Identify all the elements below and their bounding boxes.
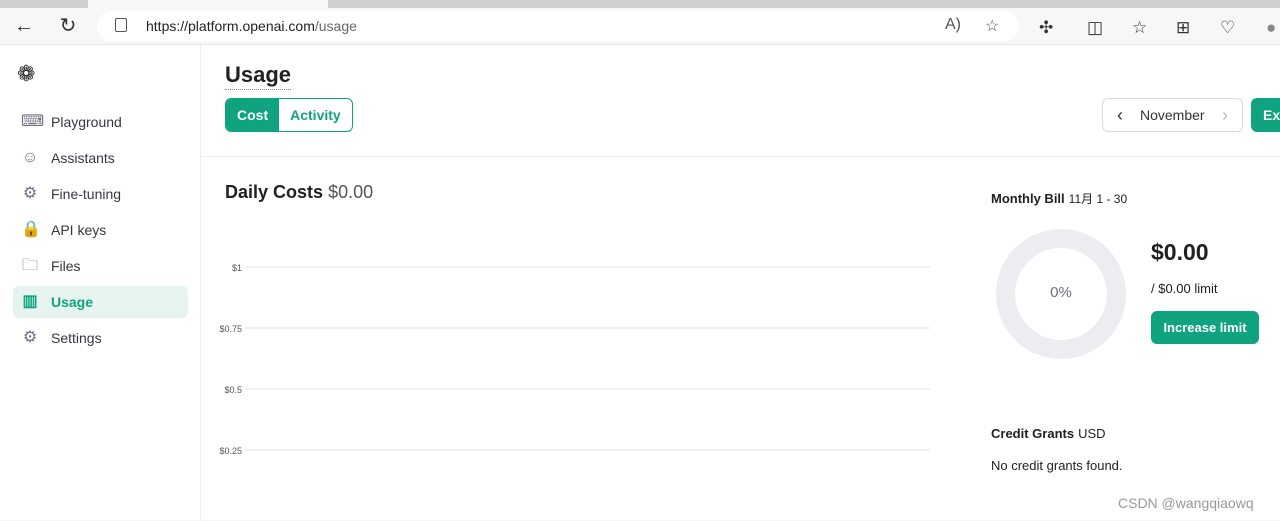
terminal-icon: ⌨: [21, 113, 45, 130]
month-picker: ‹ November ›: [1102, 98, 1243, 132]
y-tick-label: $1: [232, 263, 242, 273]
read-aloud-icon[interactable]: A): [945, 16, 961, 34]
sidebar-item-playground[interactable]: ⌨ Playground: [13, 106, 188, 138]
browser-tab-strip: [0, 0, 1280, 8]
sidebar-item-label: Fine-tuning: [51, 186, 122, 202]
back-icon[interactable]: ←: [10, 12, 38, 40]
browser-toolbar: ← ↻ https://platform.openai.com/usage A)…: [0, 8, 1280, 44]
split-screen-icon[interactable]: ◫: [1087, 18, 1103, 38]
sidebar-item-usage[interactable]: ▥ Usage: [13, 286, 188, 318]
browser-tab-active[interactable]: [88, 0, 328, 8]
credit-grants-title: Credit Grants USD: [991, 426, 1106, 441]
daily-costs-chart: $0$0.25$0.5$0.75$113 Nov20 Nov27 Nov: [219, 263, 930, 456]
export-button[interactable]: Ex: [1251, 98, 1280, 132]
next-month-icon[interactable]: ›: [1222, 99, 1228, 131]
monthly-bill-label: Monthly Bill: [991, 191, 1065, 206]
month-label: November: [1140, 107, 1205, 123]
url-host: https://platform.openai.com: [146, 18, 315, 34]
page-title: Usage: [225, 62, 292, 90]
address-bar[interactable]: https://platform.openai.com/usage A) ☆: [97, 11, 1019, 41]
star-icon[interactable]: ☆: [985, 16, 999, 36]
bill-range: 11月 1 - 30: [1068, 192, 1128, 206]
bill-limit: / $0.00 limit: [1151, 281, 1218, 296]
health-icon[interactable]: ♡: [1220, 18, 1235, 38]
sidebar-item-settings[interactable]: ⚙ Settings: [13, 322, 188, 354]
monthly-bill-title: Monthly Bill 11月 1 - 30: [991, 190, 1127, 207]
y-tick-label: $0.25: [219, 446, 242, 456]
collections-icon[interactable]: ⊞: [1176, 18, 1190, 38]
credit-grants-empty: No credit grants found.: [991, 458, 1123, 473]
extensions-icon[interactable]: ✣: [1039, 18, 1053, 38]
lock-icon: [115, 18, 127, 32]
gear-icon: ⚙: [22, 329, 38, 346]
watermark: CSDN @wangqiaowq: [1118, 495, 1254, 511]
credit-grants-label: Credit Grants: [991, 426, 1075, 441]
profile-icon[interactable]: ●: [1266, 18, 1276, 38]
folder-icon: 🗀: [21, 257, 38, 274]
favorites-icon[interactable]: ☆: [1132, 18, 1147, 38]
sidebar-item-label: Assistants: [51, 150, 115, 166]
sidebar-item-api-keys[interactable]: 🔒 API keys: [13, 214, 188, 246]
daily-costs-title: Daily Costs $0.00: [225, 182, 373, 203]
lock-icon: 🔒: [21, 221, 41, 238]
openai-logo-icon[interactable]: ❁: [17, 61, 35, 87]
daily-costs-total: $0.00: [328, 182, 374, 202]
y-tick-label: $0.5: [224, 385, 242, 395]
credit-grants-unit: USD: [1078, 426, 1106, 441]
increase-limit-button[interactable]: Increase limit: [1151, 311, 1259, 344]
sidebar-item-fine-tuning[interactable]: ⚙ Fine-tuning: [13, 178, 188, 210]
view-toggle: Cost Activity: [225, 98, 353, 132]
sidebar-item-files[interactable]: 🗀 Files: [13, 250, 188, 282]
daily-costs-label: Daily Costs: [225, 182, 324, 202]
sidebar-item-assistants[interactable]: ☺ Assistants: [13, 142, 188, 174]
prev-month-icon[interactable]: ‹: [1117, 99, 1123, 131]
sidebar-item-label: Files: [51, 258, 81, 274]
sidebar-item-label: API keys: [51, 222, 107, 238]
bill-amount: $0.00: [1151, 239, 1209, 265]
divider: [201, 156, 1280, 157]
reload-icon[interactable]: ↻: [54, 12, 82, 40]
sidebar-item-label: Playground: [51, 114, 122, 130]
page: ❁ ⌨ Playground ☺ Assistants ⚙ Fine-tuning 🔒 API…: [0, 44, 1280, 521]
y-tick-label: $0.75: [219, 324, 242, 334]
bill-donut-chart: 0%: [996, 229, 1126, 359]
bar-chart-icon: ▥: [22, 293, 38, 310]
sidebar-item-label: Usage: [51, 294, 94, 310]
tab-activity[interactable]: Activity: [279, 99, 352, 131]
bill-percent: 0%: [1050, 284, 1072, 301]
url-path: /usage: [314, 18, 357, 34]
sidebar: ❁ ⌨ Playground ☺ Assistants ⚙ Fine-tuning 🔒 API…: [0, 45, 201, 521]
sidebar-item-label: Settings: [51, 330, 102, 346]
robot-icon: ☺: [21, 149, 39, 166]
sliders-icon: ⚙: [22, 185, 38, 202]
tab-cost[interactable]: Cost: [226, 99, 280, 131]
